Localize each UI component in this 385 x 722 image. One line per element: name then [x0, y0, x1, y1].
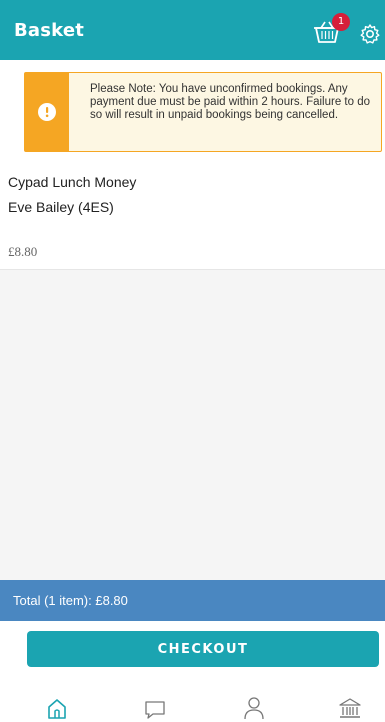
total-text: Total (1 item): £8.80 [13, 593, 128, 608]
nav-profile[interactable] [242, 697, 266, 720]
item-subtitle: Eve Bailey (4ES) [8, 199, 114, 215]
bottom-nav [0, 669, 385, 722]
item-price: £8.80 [8, 244, 38, 259]
notice-text: Please Note: You have unconfirmed bookin… [90, 83, 370, 121]
chat-icon [145, 701, 165, 719]
checkout-section: CHECKOUT [0, 621, 385, 669]
app-header: Basket 1 [0, 0, 385, 60]
bank-icon [339, 698, 361, 718]
gear-icon [360, 24, 380, 44]
nav-bank[interactable] [338, 697, 362, 719]
home-icon [48, 699, 66, 719]
item-title: Cypad Lunch Money [8, 174, 137, 190]
basket-content: Please Note: You have unconfirmed bookin… [0, 60, 385, 270]
basket-button[interactable]: 1 [312, 13, 350, 46]
warning-icon [38, 103, 56, 121]
warning-notice: Please Note: You have unconfirmed bookin… [24, 72, 382, 152]
basket-count-badge: 1 [332, 13, 350, 31]
notice-strip [25, 73, 69, 151]
page-title: Basket [14, 19, 85, 41]
nav-home[interactable] [45, 697, 69, 719]
nav-messages[interactable] [143, 697, 167, 719]
user-icon [244, 697, 264, 720]
total-bar: Total (1 item): £8.80 [0, 580, 385, 621]
settings-button[interactable] [359, 23, 381, 45]
checkout-button[interactable]: CHECKOUT [27, 631, 379, 667]
